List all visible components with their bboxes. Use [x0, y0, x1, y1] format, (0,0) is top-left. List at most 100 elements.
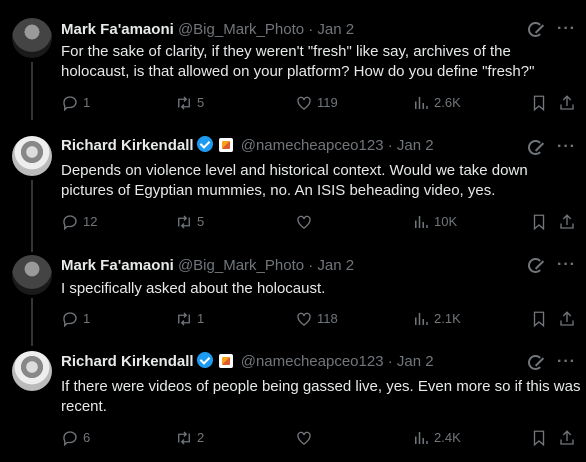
tweet-actions: 1 1 118 2.1K — [61, 310, 581, 330]
author-name[interactable]: Richard Kirkendall — [61, 137, 194, 154]
bookmark-icon — [533, 311, 545, 328]
repost-icon — [178, 96, 190, 110]
views-button[interactable]: 2.6K — [412, 94, 461, 112]
avatar[interactable] — [12, 255, 52, 295]
tweet[interactable]: Richard Kirkendall @namecheapceo123 · Ja… — [0, 120, 586, 238]
views-icon — [415, 432, 428, 444]
tweet[interactable]: Mark Fa'amaoni @Big_Mark_Photo · Jan 2 ·… — [0, 0, 586, 120]
repost-icon — [178, 431, 190, 445]
reply-icon — [63, 312, 77, 328]
repost-count: 2 — [197, 430, 205, 445]
repost-button[interactable]: 5 — [175, 94, 204, 112]
tweet-top-actions: ··· — [527, 21, 576, 37]
avatar[interactable] — [12, 136, 52, 176]
bookmark-button[interactable] — [530, 310, 548, 328]
heart-icon — [297, 96, 311, 110]
separator: · — [308, 21, 314, 38]
reply-count: 1 — [83, 95, 91, 110]
view-count: 2.4K — [434, 430, 461, 445]
like-count: 118 — [317, 311, 338, 326]
avatar[interactable] — [12, 351, 52, 391]
tweet-top-actions: ··· — [527, 139, 576, 155]
grok-icon[interactable] — [527, 257, 544, 273]
share-button[interactable] — [558, 213, 576, 231]
reply-icon — [63, 96, 77, 112]
views-button[interactable]: 2.1K — [412, 310, 461, 328]
author-name[interactable]: Mark Fa'amaoni — [61, 21, 174, 38]
like-button[interactable]: 118 — [295, 310, 338, 328]
tweet-header: Richard Kirkendall @namecheapceo123 · Ja… — [61, 352, 434, 372]
repost-count: 1 — [197, 311, 205, 326]
share-icon — [560, 214, 574, 229]
tweet[interactable]: Mark Fa'amaoni @Big_Mark_Photo · Jan 2 ·… — [0, 238, 586, 338]
reply-button[interactable]: 6 — [61, 429, 90, 447]
author-name[interactable]: Richard Kirkendall — [61, 353, 194, 370]
grok-icon[interactable] — [527, 139, 544, 155]
share-button[interactable] — [558, 429, 576, 447]
share-icon — [560, 430, 574, 445]
verified-badge-icon — [196, 352, 213, 368]
author-handle[interactable]: @namecheapceo123 — [241, 137, 384, 154]
author-handle[interactable]: @Big_Mark_Photo — [178, 21, 304, 38]
more-icon[interactable]: ··· — [557, 139, 576, 155]
heart-icon — [297, 431, 311, 445]
view-count: 10K — [434, 214, 458, 229]
share-icon — [560, 95, 574, 110]
share-button[interactable] — [558, 310, 576, 328]
tweet[interactable]: Richard Kirkendall @namecheapceo123 · Ja… — [0, 338, 586, 462]
like-button[interactable]: 119 — [295, 94, 338, 112]
tweet-top-actions: ··· — [527, 354, 576, 370]
views-icon — [415, 216, 428, 228]
heart-icon — [297, 312, 311, 326]
tweet-header: Mark Fa'amaoni @Big_Mark_Photo · Jan 2 — [61, 256, 354, 276]
more-icon[interactable]: ··· — [557, 21, 576, 37]
tweet-actions: 12 5 10K — [61, 213, 581, 233]
more-icon[interactable]: ··· — [557, 257, 576, 273]
affiliate-badge-icon[interactable] — [218, 354, 233, 368]
view-count: 2.6K — [434, 95, 461, 110]
views-button[interactable]: 10K — [412, 213, 457, 231]
reply-count: 6 — [83, 430, 91, 445]
tweet-text: For the sake of clarity, if they weren't… — [61, 43, 535, 80]
reply-button[interactable]: 12 — [61, 213, 97, 231]
bookmark-icon — [533, 214, 545, 231]
bookmark-button[interactable] — [530, 94, 548, 112]
bookmark-button[interactable] — [530, 213, 548, 231]
tweet-date[interactable]: Jan 2 — [397, 137, 434, 154]
affiliate-badge-icon[interactable] — [218, 138, 233, 152]
repost-icon — [178, 312, 190, 326]
reply-icon — [63, 431, 77, 447]
repost-button[interactable]: 2 — [175, 429, 204, 447]
tweet-top-actions: ··· — [527, 257, 576, 273]
reply-count: 1 — [83, 311, 91, 326]
share-button[interactable] — [558, 94, 576, 112]
verified-badge-icon — [196, 136, 213, 152]
views-button[interactable]: 2.4K — [412, 429, 461, 447]
tweet-actions: 1 5 119 2.6K — [61, 94, 581, 114]
avatar[interactable] — [12, 18, 52, 58]
grok-icon[interactable] — [527, 21, 544, 37]
repost-count: 5 — [197, 214, 205, 229]
tweet-date[interactable]: Jan 2 — [397, 353, 434, 370]
repost-count: 5 — [197, 95, 205, 110]
tweet-date[interactable]: Jan 2 — [317, 21, 354, 38]
like-button[interactable] — [295, 213, 317, 231]
views-icon — [415, 313, 428, 325]
grok-icon[interactable] — [527, 354, 544, 370]
tweet-header: Richard Kirkendall @namecheapceo123 · Ja… — [61, 136, 434, 156]
separator: · — [308, 257, 314, 274]
tweet-header: Mark Fa'amaoni @Big_Mark_Photo · Jan 2 — [61, 20, 354, 40]
author-handle[interactable]: @Big_Mark_Photo — [178, 257, 304, 274]
repost-button[interactable]: 5 — [175, 213, 204, 231]
more-icon[interactable]: ··· — [557, 354, 576, 370]
bookmark-button[interactable] — [530, 429, 548, 447]
reply-button[interactable]: 1 — [61, 310, 90, 328]
tweet-text: If there were videos of people being gas… — [61, 378, 581, 415]
tweet-date[interactable]: Jan 2 — [317, 257, 354, 274]
repost-icon — [178, 215, 190, 229]
reply-button[interactable]: 1 — [61, 94, 90, 112]
repost-button[interactable]: 1 — [175, 310, 204, 328]
like-button[interactable] — [295, 429, 317, 447]
author-handle[interactable]: @namecheapceo123 — [241, 353, 384, 370]
author-name[interactable]: Mark Fa'amaoni — [61, 257, 174, 274]
